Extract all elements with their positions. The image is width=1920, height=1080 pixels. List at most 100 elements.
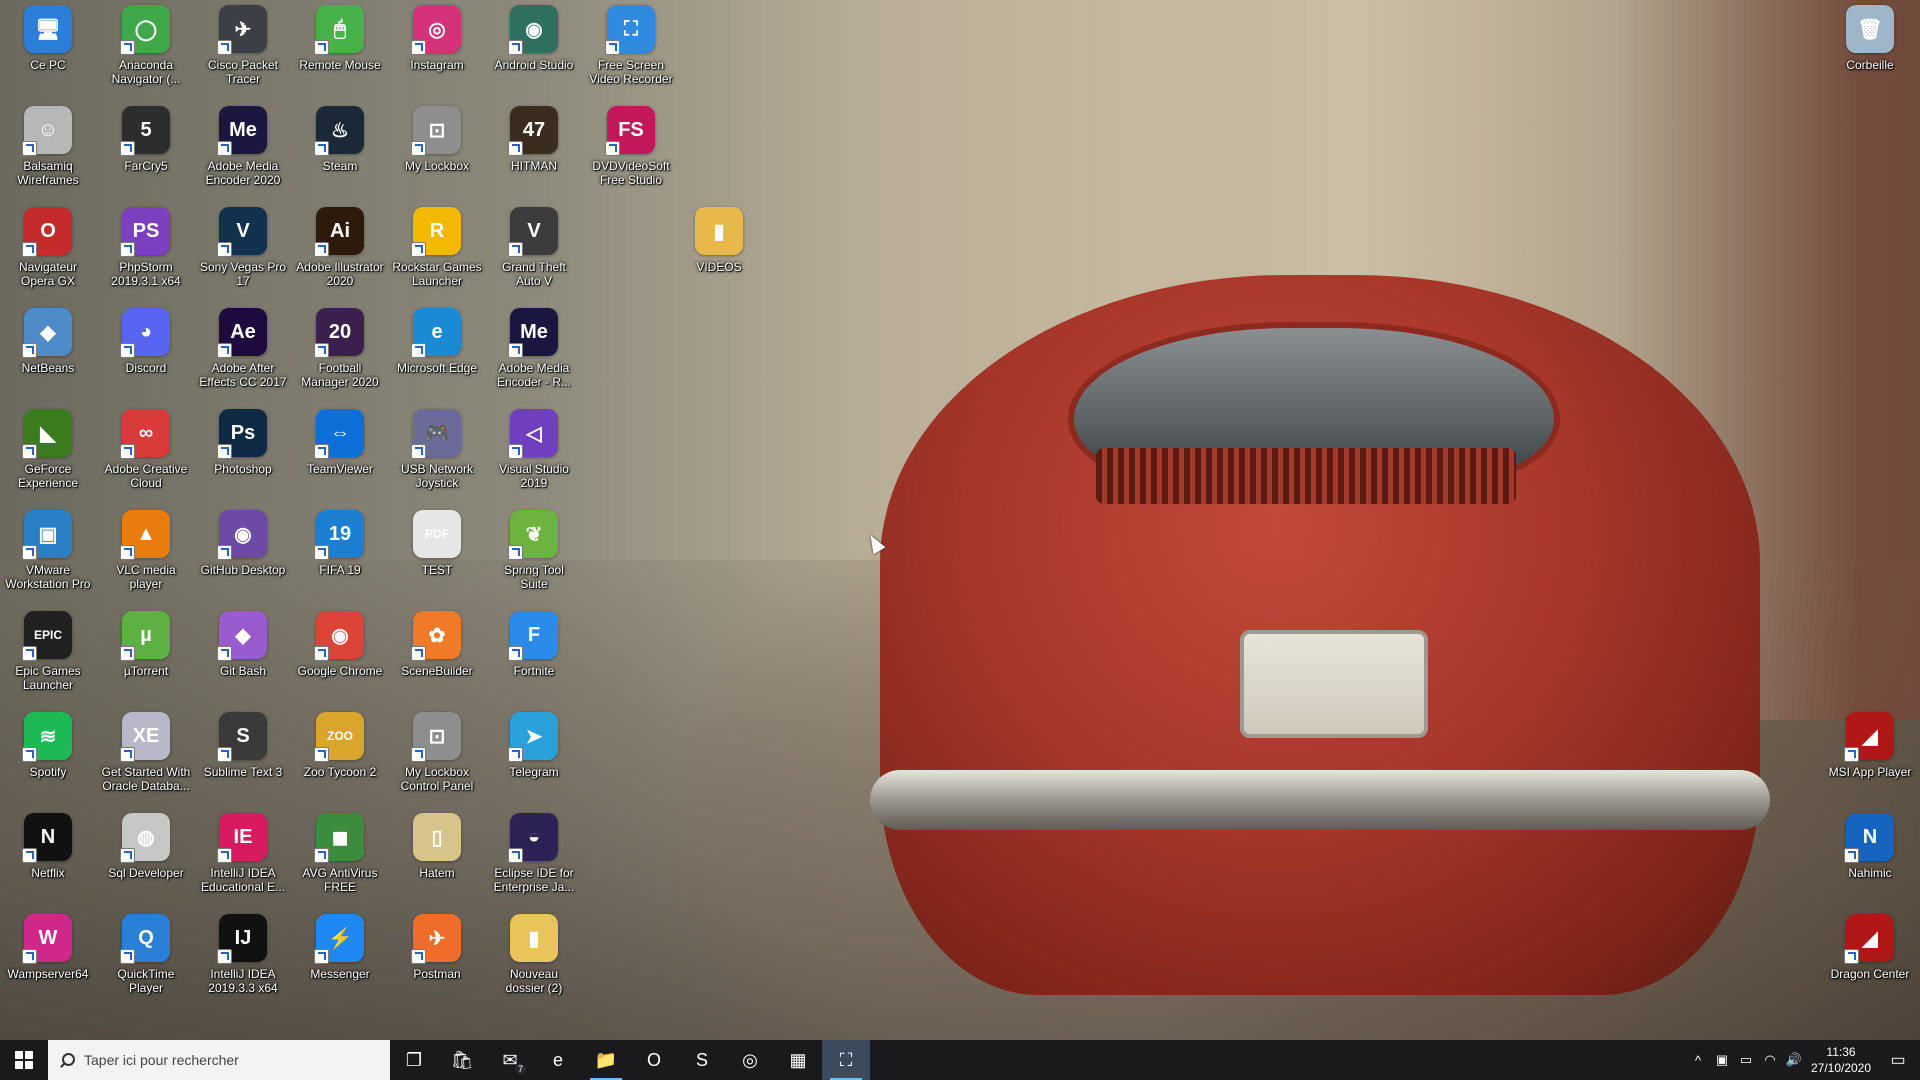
desktop-icon[interactable]: Ps Photoshop (198, 409, 288, 476)
desktop-icon[interactable]: R Rockstar Games Launcher (392, 207, 482, 288)
desktop-icon[interactable]: ◢ MSI App Player (1825, 712, 1915, 779)
taskbar-button[interactable]: ❐ (390, 1040, 438, 1080)
desktop-icon[interactable]: 🎮 USB Network Joystick (392, 409, 482, 490)
taskbar-button[interactable]: ▦ (774, 1040, 822, 1080)
desktop-icon[interactable]: 19 FIFA 19 (295, 510, 385, 577)
desktop-icon[interactable]: FS DVDVideoSoft Free Studio (586, 106, 676, 187)
desktop-icon[interactable]: ◆ NetBeans (3, 308, 93, 375)
desktop-icon[interactable]: IJ IntelliJ IDEA 2019.3.3 x64 (198, 914, 288, 995)
desktop-icon[interactable]: N Netflix (3, 813, 93, 880)
chevron-up-icon[interactable]: ^ (1686, 1040, 1710, 1080)
desktop-icon[interactable]: ⛶ Free Screen Video Recorder (586, 5, 676, 86)
desktop-icon[interactable]: S Sublime Text 3 (198, 712, 288, 779)
icon-glyph: ♨ (331, 119, 349, 142)
desktop-icon[interactable]: ❦ Spring Tool Suite (489, 510, 579, 591)
balsamiq-icon: ☺ (22, 106, 72, 156)
wifi-icon[interactable]: ◠ (1758, 1040, 1782, 1080)
desktop-icon[interactable]: ⇔ TeamViewer (295, 409, 385, 476)
taskbar-button[interactable]: ⛶ (822, 1040, 870, 1080)
taskbar-button[interactable]: 🛍 (438, 1040, 486, 1080)
desktop-icon[interactable]: PS PhpStorm 2019.3.1 x64 (101, 207, 191, 288)
taskbar-button[interactable]: e (534, 1040, 582, 1080)
desktop-icon[interactable]: ⊡ My Lockbox Control Panel (392, 712, 482, 793)
desktop-icon[interactable]: ▯ Hatem (392, 813, 482, 880)
desktop-icon-label: Grand Theft Auto V (502, 260, 566, 288)
desktop-icon[interactable]: ◕ Discord (101, 308, 191, 375)
taskbar-button[interactable]: ◎ (726, 1040, 774, 1080)
desktop-icon[interactable]: Me Adobe Media Encoder 2020 (198, 106, 288, 187)
desktop-icon[interactable]: Q QuickTime Player (101, 914, 191, 995)
desktop-icon[interactable]: µ µTorrent (101, 611, 191, 678)
desktop-icon[interactable]: e Microsoft Edge (392, 308, 482, 375)
taskbar-button[interactable]: 📁 (582, 1040, 630, 1080)
desktop-icon[interactable]: ▣ VMware Workstation Pro (3, 510, 93, 591)
shortcut-arrow-icon (411, 242, 426, 257)
desktop-icon[interactable]: IE IntelliJ IDEA Educational E... (198, 813, 288, 894)
media-encoder-icon: Me (217, 106, 267, 156)
desktop-icon[interactable]: O Navigateur Opera GX (3, 207, 93, 288)
desktop-icon[interactable]: PDF TEST (392, 510, 482, 577)
desktop-icon[interactable]: V Grand Theft Auto V (489, 207, 579, 288)
desktop-icon[interactable]: ◒ Eclipse IDE for Enterprise Ja... (489, 813, 579, 894)
desktop-icon[interactable]: ✈ Postman (392, 914, 482, 981)
desktop-icon[interactable]: ✿ SceneBuilder (392, 611, 482, 678)
battery-icon[interactable]: ▭ (1734, 1040, 1758, 1080)
desktop-icon[interactable]: ⊡ My Lockbox (392, 106, 482, 173)
desktop-icon[interactable]: F Fortnite (489, 611, 579, 678)
desktop-icon[interactable]: ◉ GitHub Desktop (198, 510, 288, 577)
zoo-tycoon-icon: ZOO (314, 712, 364, 762)
shortcut-arrow-icon (22, 141, 37, 156)
taskbar-button[interactable]: S (678, 1040, 726, 1080)
taskbar-button[interactable]: ✉ 7 (486, 1040, 534, 1080)
desktop-icon[interactable]: 5 FarCry5 (101, 106, 191, 173)
desktop-icon[interactable]: ▮ Nouveau dossier (2) (489, 914, 579, 995)
desktop-icon[interactable]: ◣ GeForce Experience (3, 409, 93, 490)
desktop-icon[interactable]: Ai Adobe Illustrator 2020 (295, 207, 385, 288)
desktop-icon[interactable]: ⚡ Messenger (295, 914, 385, 981)
desktop-icon-label: Google Chrome (297, 664, 383, 678)
start-button[interactable] (0, 1040, 48, 1080)
app-tray-icon[interactable]: ▣ (1710, 1040, 1734, 1080)
desktop-icon[interactable]: 🗑 Corbeille (1825, 5, 1915, 72)
desktop-icon-label: IntelliJ IDEA Educational E... (200, 866, 286, 894)
desktop-icon[interactable]: ◁ Visual Studio 2019 (489, 409, 579, 490)
desktop-icon[interactable]: ◢ Dragon Center (1825, 914, 1915, 981)
desktop-icon[interactable]: V Sony Vegas Pro 17 (198, 207, 288, 288)
desktop-icon[interactable]: ✈ Cisco Packet Tracer (198, 5, 288, 86)
desktop-icon[interactable]: 47 HITMAN (489, 106, 579, 173)
icon-glyph: ◯ (134, 18, 158, 41)
desktop-icon[interactable]: Me Adobe Media Encoder - R... (489, 308, 579, 389)
desktop-icon[interactable]: ∞ Adobe Creative Cloud (101, 409, 191, 490)
desktop-icon-label: Postman (413, 967, 461, 981)
desktop-icon[interactable]: ◉ Android Studio (489, 5, 579, 72)
intellij-icon: IJ (217, 914, 267, 964)
desktop-icon[interactable]: ◼ AVG AntiVirus FREE (295, 813, 385, 894)
volume-icon[interactable]: 🔊 (1782, 1040, 1806, 1080)
desktop-icon[interactable]: ◎ Instagram (392, 5, 482, 72)
desktop-icon[interactable]: N Nahimic (1825, 813, 1915, 880)
clock[interactable]: 11:36 27/10/2020 (1806, 1044, 1876, 1076)
desktop-icon[interactable]: Ae Adobe After Effects CC 2017 (198, 308, 288, 389)
desktop-icon[interactable]: ◍ Sql Developer (101, 813, 191, 880)
desktop-icon[interactable]: ZOO Zoo Tycoon 2 (295, 712, 385, 779)
desktop-icon[interactable]: ➤ Telegram (489, 712, 579, 779)
desktop-icon[interactable]: 🖱 Remote Mouse (295, 5, 385, 72)
desktop-icon[interactable]: W Wampserver64 (3, 914, 93, 981)
netbeans-icon: ◆ (22, 308, 72, 358)
desktop-icon[interactable]: ◯ Anaconda Navigator (... (101, 5, 191, 86)
desktop-icon[interactable]: ▲ VLC media player (101, 510, 191, 591)
desktop-icon[interactable]: ≋ Spotify (3, 712, 93, 779)
desktop-icon[interactable]: 🖥 Ce PC (3, 5, 93, 72)
desktop-icon[interactable]: 20 Football Manager 2020 (295, 308, 385, 389)
desktop-icon[interactable]: ♨ Steam (295, 106, 385, 173)
desktop-icon[interactable]: XE Get Started With Oracle Databa... (101, 712, 191, 793)
desktop-icon[interactable]: ☺ Balsamiq Wireframes (3, 106, 93, 187)
desktop-icon[interactable]: ◉ Google Chrome (295, 611, 385, 678)
search-box[interactable]: Taper ici pour rechercher (48, 1040, 390, 1080)
notification-center-button[interactable]: ▭ (1876, 1040, 1920, 1080)
taskbar-button[interactable]: O (630, 1040, 678, 1080)
desktop-icon[interactable]: ▮ VIDEOS (674, 207, 764, 274)
icon-glyph: R (429, 219, 445, 242)
desktop-icon[interactable]: ◆ Git Bash (198, 611, 288, 678)
desktop-icon[interactable]: EPIC Epic Games Launcher (3, 611, 93, 692)
